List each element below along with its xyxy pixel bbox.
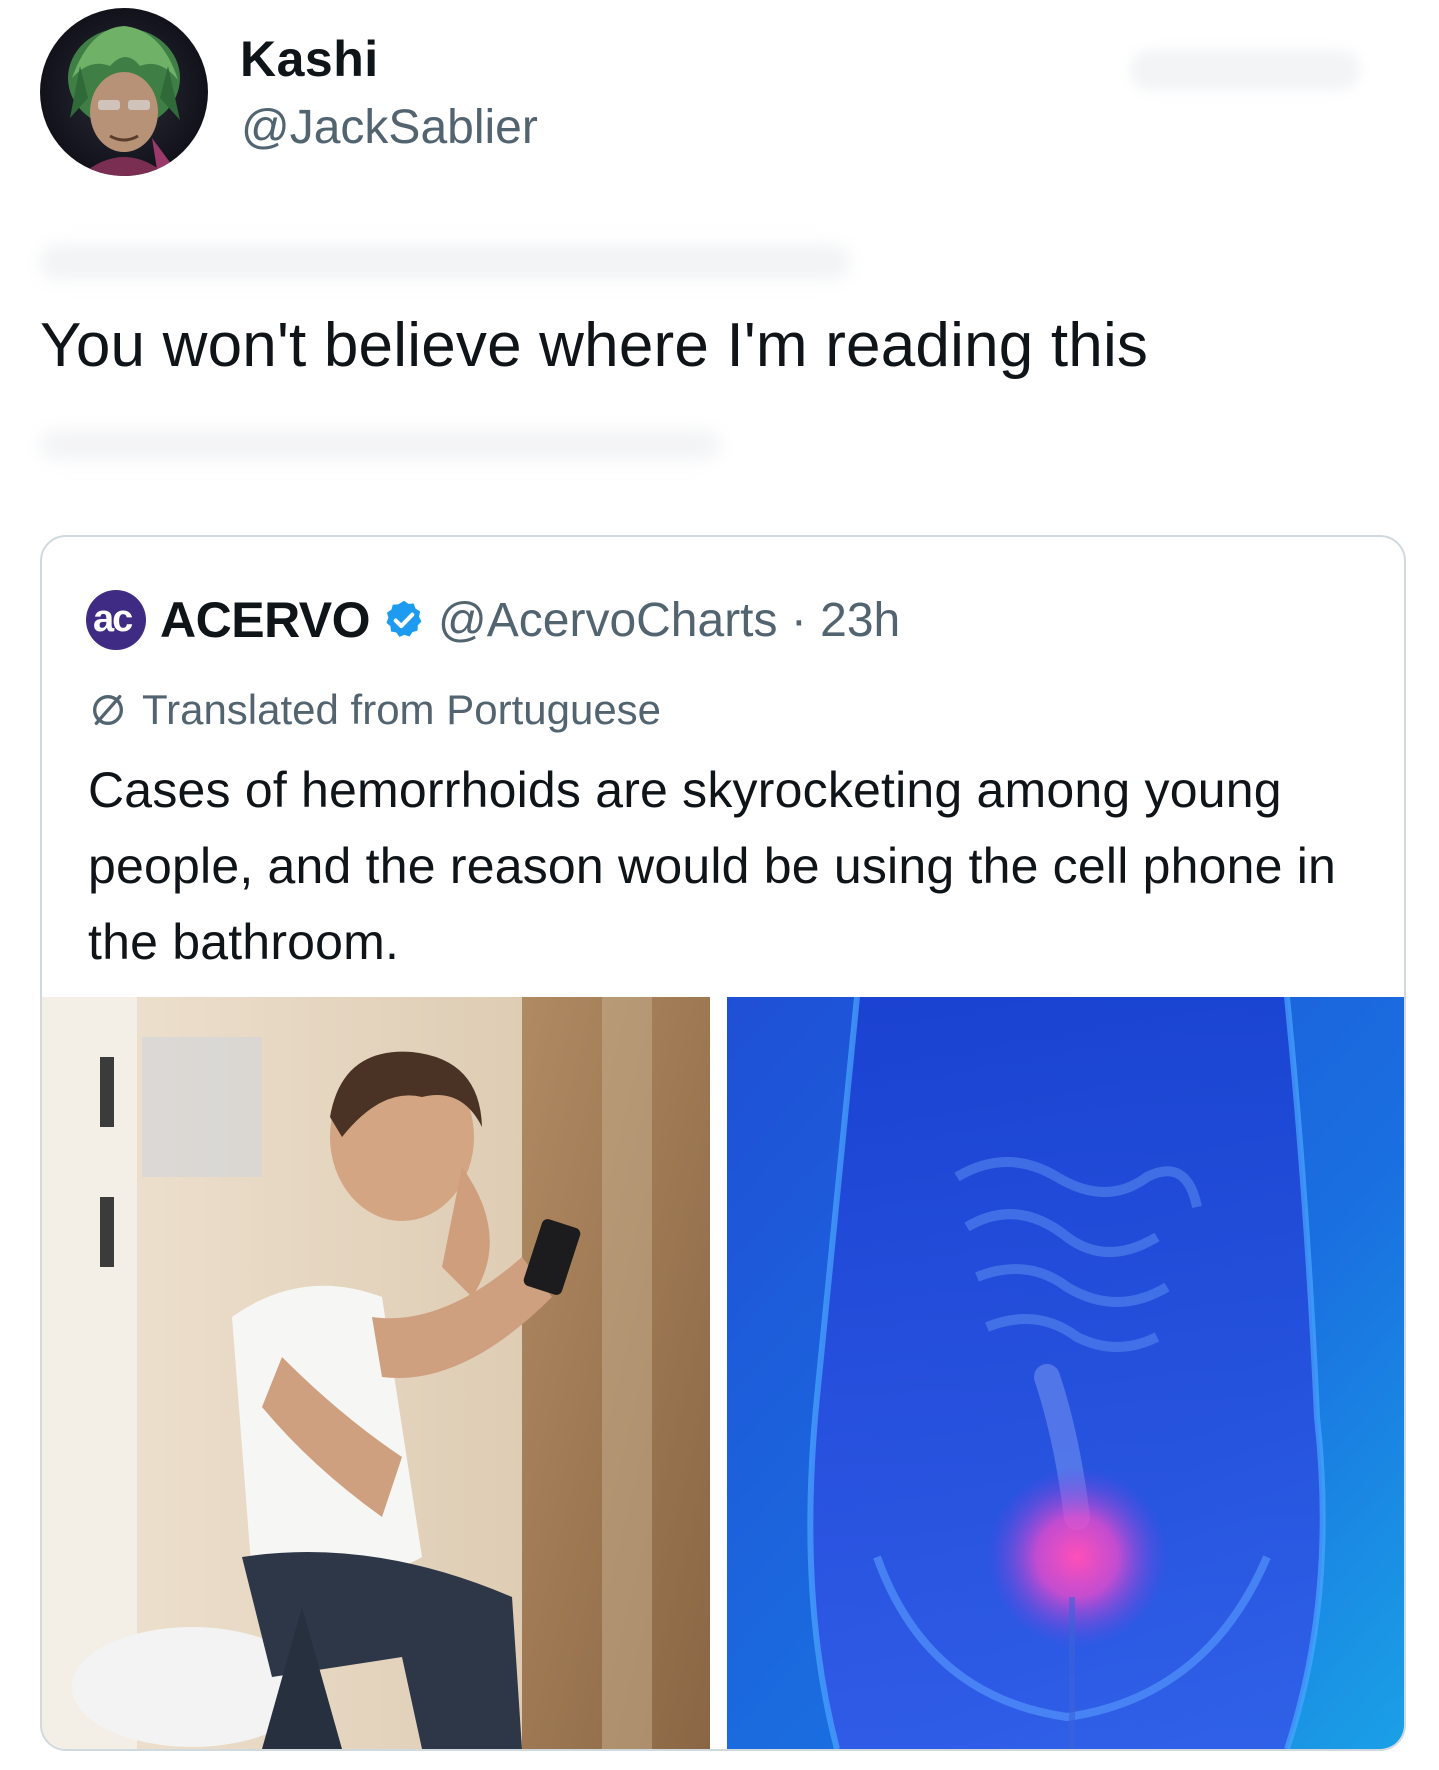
blurred-region — [40, 245, 850, 279]
anatomy-image — [727, 997, 1404, 1749]
translation-label: Translated from Portuguese — [142, 686, 662, 733]
blurred-region — [40, 430, 720, 460]
bathroom-phone-photo[interactable] — [42, 997, 710, 1749]
author-name[interactable]: Kashi — [240, 30, 379, 88]
bathroom-phone-image — [42, 997, 710, 1749]
quoted-tweet-text: Cases of hemorrhoids are skyrocketing am… — [88, 762, 1337, 970]
tweet-header: Kashi @JackSablier — [40, 8, 1400, 178]
acervo-logo-text: ac — [93, 598, 133, 640]
translate-icon — [93, 695, 123, 725]
blurred-region — [1130, 50, 1360, 90]
translation-notice[interactable]: Translated from Portuguese — [88, 685, 661, 735]
quoted-author-handle-time[interactable]: @AcervoCharts · 23h — [438, 593, 900, 648]
acervo-logo[interactable]: ac — [86, 590, 146, 650]
tweet-text: You won't believe where I'm reading this — [40, 311, 1149, 380]
author-handle[interactable]: @JackSablier — [241, 100, 538, 155]
avatar[interactable] — [40, 8, 208, 176]
quoted-tweet-card[interactable]: ac ACERVO @AcervoCharts · 23h Translated… — [40, 535, 1406, 1751]
avatar-image — [40, 8, 208, 176]
quoted-author-name[interactable]: ACERVO — [160, 591, 371, 649]
anatomy-illustration[interactable] — [727, 997, 1404, 1749]
quoted-tweet-header: ac ACERVO @AcervoCharts · 23h — [86, 589, 900, 651]
verified-badge-icon — [386, 600, 422, 637]
